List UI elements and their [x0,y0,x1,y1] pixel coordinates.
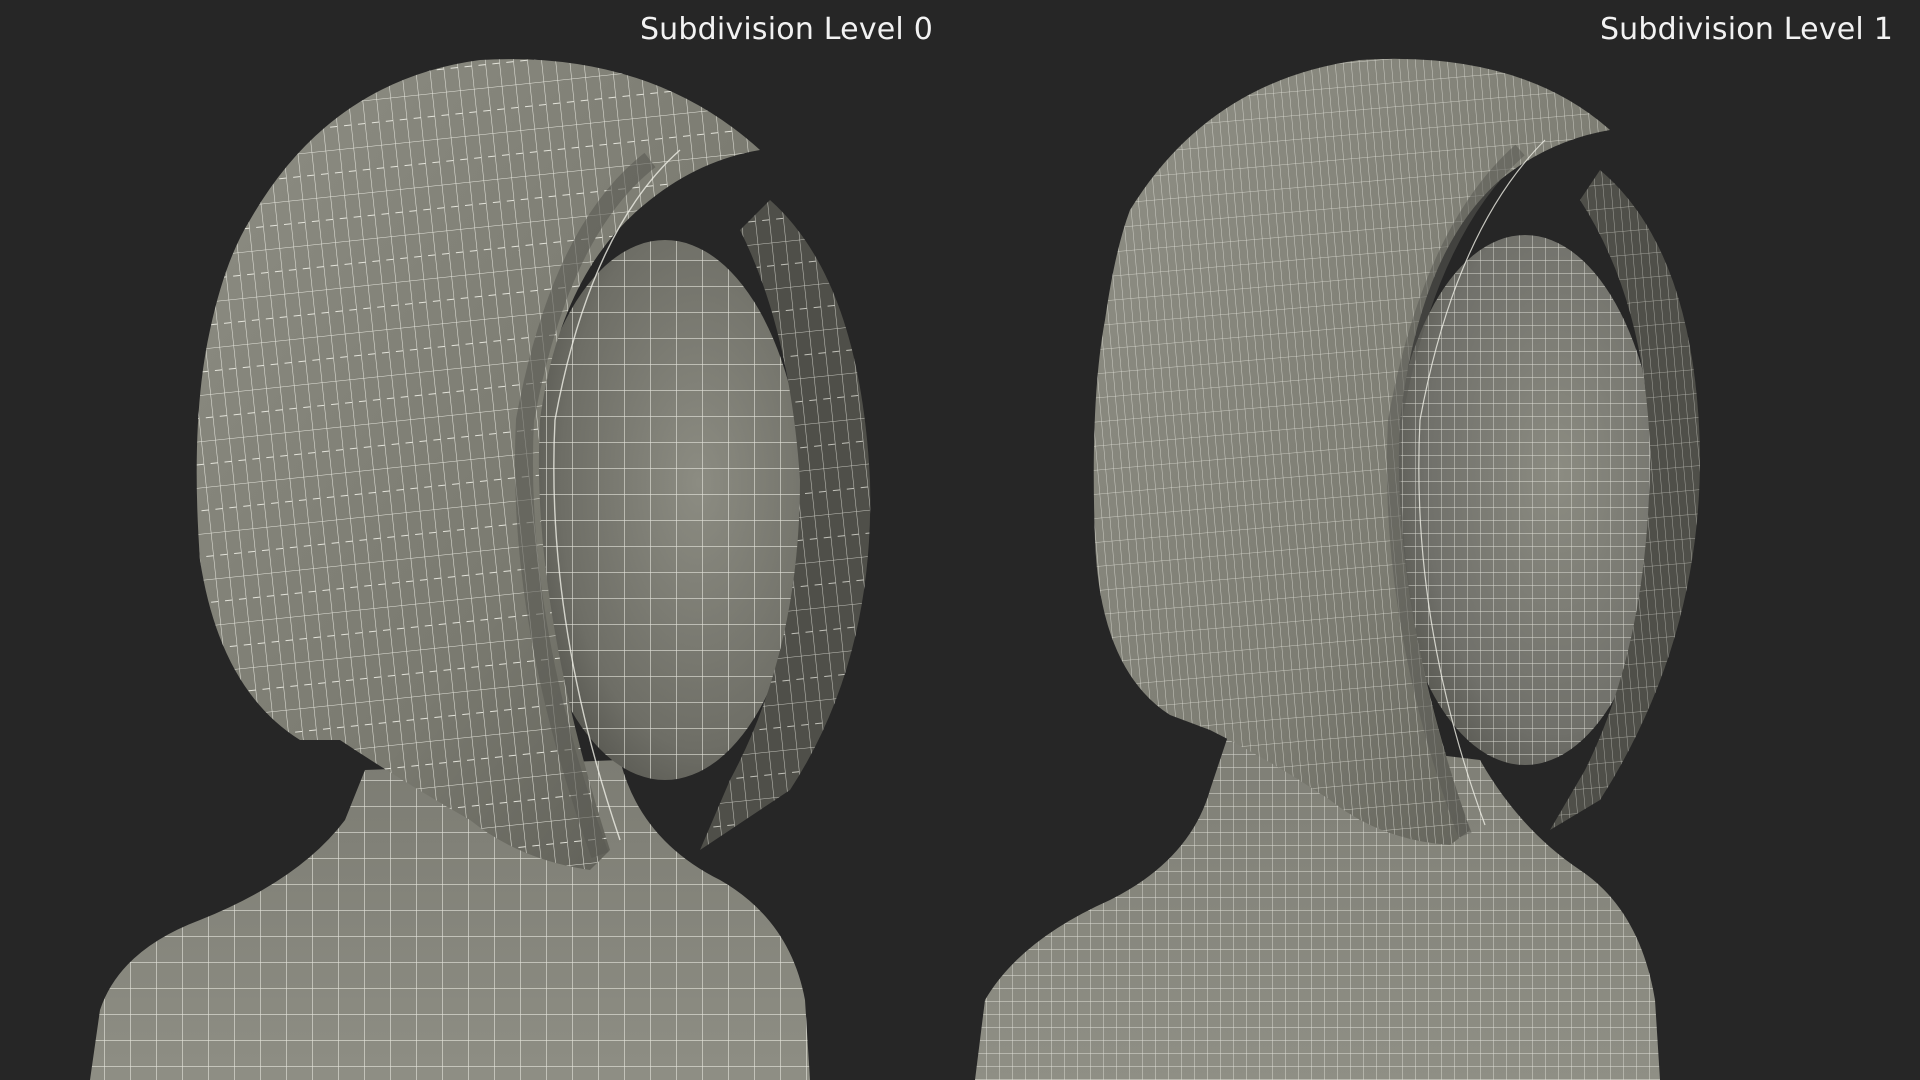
level-1-panel: Subdivision Level 1 [960,0,1920,1080]
render-viewport: Subdivision Level 0 Subdivision Level 1 [0,0,1920,1080]
level-0-panel: Subdivision Level 0 [0,0,960,1080]
level-1-model-render [975,58,1701,1080]
level-0-label: Subdivision Level 0 [639,12,933,47]
level-0-model-render [90,59,871,1080]
level-1-label: Subdivision Level 1 [1599,12,1893,47]
